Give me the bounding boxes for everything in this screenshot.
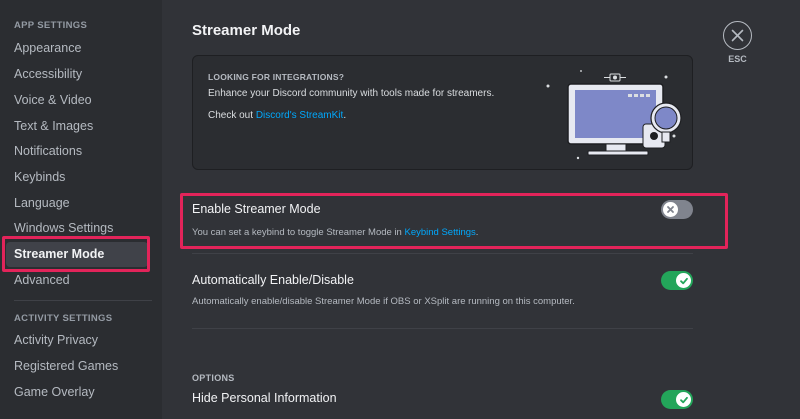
keybind-desc-suffix: .: [475, 227, 479, 238]
promo-heading: LOOKING FOR INTEGRATIONS?: [208, 72, 345, 82]
auto-enable-desc: Automatically enable/disable Streamer Mo…: [192, 296, 575, 307]
sidebar-item-game-overlay[interactable]: Game Overlay: [6, 380, 148, 405]
sidebar-divider: [14, 300, 152, 301]
toggle-knob: [663, 202, 678, 217]
sidebar-item-appearance[interactable]: Appearance: [6, 36, 148, 61]
streamkit-link[interactable]: Discord's StreamKit: [256, 110, 344, 121]
check-icon: [679, 277, 688, 284]
row-divider: [192, 253, 693, 254]
enable-streamer-mode-toggle[interactable]: [661, 200, 693, 219]
keybind-settings-link[interactable]: Keybind Settings: [404, 227, 475, 238]
app-settings-header: APP SETTINGS: [14, 20, 88, 31]
sidebar-item-text-images[interactable]: Text & Images: [6, 114, 148, 139]
toggle-knob: [676, 392, 691, 407]
keybind-desc-text: You can set a keybind to toggle Streamer…: [192, 227, 402, 238]
promo-description: Enhance your Discord community with tool…: [208, 88, 495, 99]
check-icon: [679, 396, 688, 403]
sidebar-item-registered-games[interactable]: Registered Games: [6, 354, 148, 379]
sidebar-item-keybinds[interactable]: Keybinds: [6, 165, 148, 190]
streamer-illustration: [546, 70, 682, 160]
sidebar-item-windows-settings[interactable]: Windows Settings: [6, 216, 148, 241]
promo-check-out-text: Check out: [208, 110, 254, 121]
hide-personal-info-toggle[interactable]: [661, 390, 693, 409]
enable-streamer-mode-title: Enable Streamer Mode: [192, 202, 321, 216]
enable-streamer-mode-desc: You can set a keybind to toggle Streamer…: [192, 227, 478, 238]
close-button[interactable]: [723, 21, 752, 50]
x-icon: [667, 206, 674, 213]
activity-settings-header: ACTIVITY SETTINGS: [14, 313, 113, 324]
options-header: OPTIONS: [192, 373, 235, 383]
esc-label: ESC: [728, 54, 747, 64]
sidebar-item-language[interactable]: Language: [6, 191, 148, 216]
toggle-knob: [676, 273, 691, 288]
sidebar-item-advanced[interactable]: Advanced: [6, 268, 148, 293]
auto-enable-title: Automatically Enable/Disable: [192, 273, 354, 287]
settings-sidebar: APP SETTINGS Appearance Accessibility Vo…: [0, 0, 162, 419]
settings-content: Streamer Mode ESC LOOKING FOR INTEGRATIO…: [162, 0, 800, 419]
sidebar-item-voice-video[interactable]: Voice & Video: [6, 88, 148, 113]
sidebar-item-activity-privacy[interactable]: Activity Privacy: [6, 328, 148, 353]
sidebar-item-accessibility[interactable]: Accessibility: [6, 62, 148, 87]
integrations-promo: LOOKING FOR INTEGRATIONS? Enhance your D…: [192, 55, 693, 170]
sidebar-item-notifications[interactable]: Notifications: [6, 139, 148, 164]
auto-enable-toggle[interactable]: [661, 271, 693, 290]
promo-link-suffix: .: [343, 110, 347, 121]
promo-link-line: Check out Discord's StreamKit.: [208, 110, 346, 121]
page-title: Streamer Mode: [192, 22, 301, 39]
close-icon: [731, 29, 744, 42]
hide-personal-info-title: Hide Personal Information: [192, 391, 337, 405]
sidebar-item-streamer-mode[interactable]: Streamer Mode: [6, 242, 148, 267]
row-divider: [192, 328, 693, 329]
